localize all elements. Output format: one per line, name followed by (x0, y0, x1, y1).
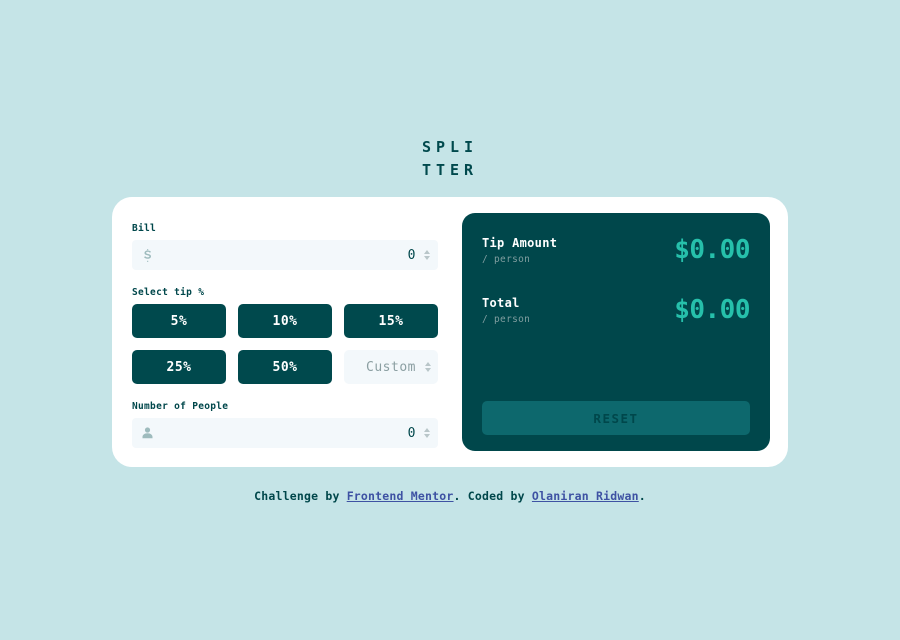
tip-option-10[interactable]: 10% (238, 304, 332, 338)
result-text-group: Tip Amount / person (482, 235, 557, 265)
tip-option-15[interactable]: 15% (344, 304, 438, 338)
bill-label: Bill (132, 223, 157, 234)
people-input[interactable]: 0 (132, 418, 438, 448)
tip-amount-label: Tip Amount (482, 236, 558, 250)
bill-value: 0 (407, 247, 416, 263)
tip-amount-sublabel: / person (482, 254, 531, 265)
tip-options-grid: 5% 10% 15% 25% 50% Custom (132, 304, 438, 384)
dollar-icon (141, 248, 153, 262)
tip-amount-value: $0.00 (674, 235, 750, 265)
result-row-total: Total / person $0.00 (482, 295, 750, 325)
tip-option-50[interactable]: 50% (238, 350, 332, 384)
people-stepper[interactable] (422, 425, 431, 441)
tip-custom-placeholder: Custom (366, 359, 416, 375)
footer-text-1: Challenge by (254, 489, 347, 503)
page-title: SPLI TTER (0, 136, 900, 182)
tip-option-5[interactable]: 5% (132, 304, 226, 338)
stepper-down-icon[interactable] (424, 368, 431, 372)
result-row-tip-amount: Tip Amount / person $0.00 (482, 235, 750, 265)
people-value: 0 (407, 425, 416, 441)
stepper-down-icon[interactable] (423, 256, 430, 260)
tip-calculator-card: Bill 0 Select tip % 5% 10% 15% 25% 50% C… (112, 197, 788, 467)
total-value: $0.00 (674, 295, 750, 325)
tip-label: Select tip % (132, 287, 205, 298)
stepper-up-icon[interactable] (423, 428, 430, 432)
frontend-mentor-link[interactable]: Frontend Mentor (347, 489, 454, 503)
footer-text-3: . (638, 489, 646, 503)
total-label: Total (482, 296, 520, 310)
stepper-up-icon[interactable] (423, 250, 430, 254)
page-title-line-1: SPLI (421, 138, 479, 156)
tip-custom-input[interactable]: Custom (344, 350, 438, 384)
results-pane: Tip Amount / person $0.00 Total / person… (462, 213, 770, 451)
person-icon (141, 426, 153, 440)
reset-button[interactable]: RESET (482, 401, 750, 435)
bill-stepper[interactable] (422, 247, 431, 263)
tip-custom-stepper[interactable] (423, 359, 432, 375)
page-title-line-2: TTER (421, 161, 479, 179)
attribution-footer: Challenge by Frontend Mentor. Coded by O… (0, 489, 900, 503)
people-label: Number of People (132, 401, 229, 412)
stepper-down-icon[interactable] (423, 434, 430, 438)
tip-option-25[interactable]: 25% (132, 350, 226, 384)
result-text-group: Total / person (482, 295, 530, 325)
author-link[interactable]: Olaniran Ridwan (532, 489, 639, 503)
bill-input[interactable]: 0 (132, 240, 438, 270)
total-sublabel: / person (482, 314, 531, 325)
footer-text-2: . Coded by (453, 489, 532, 503)
stepper-up-icon[interactable] (424, 362, 431, 366)
input-pane: Bill 0 Select tip % 5% 10% 15% 25% 50% C… (132, 213, 438, 451)
